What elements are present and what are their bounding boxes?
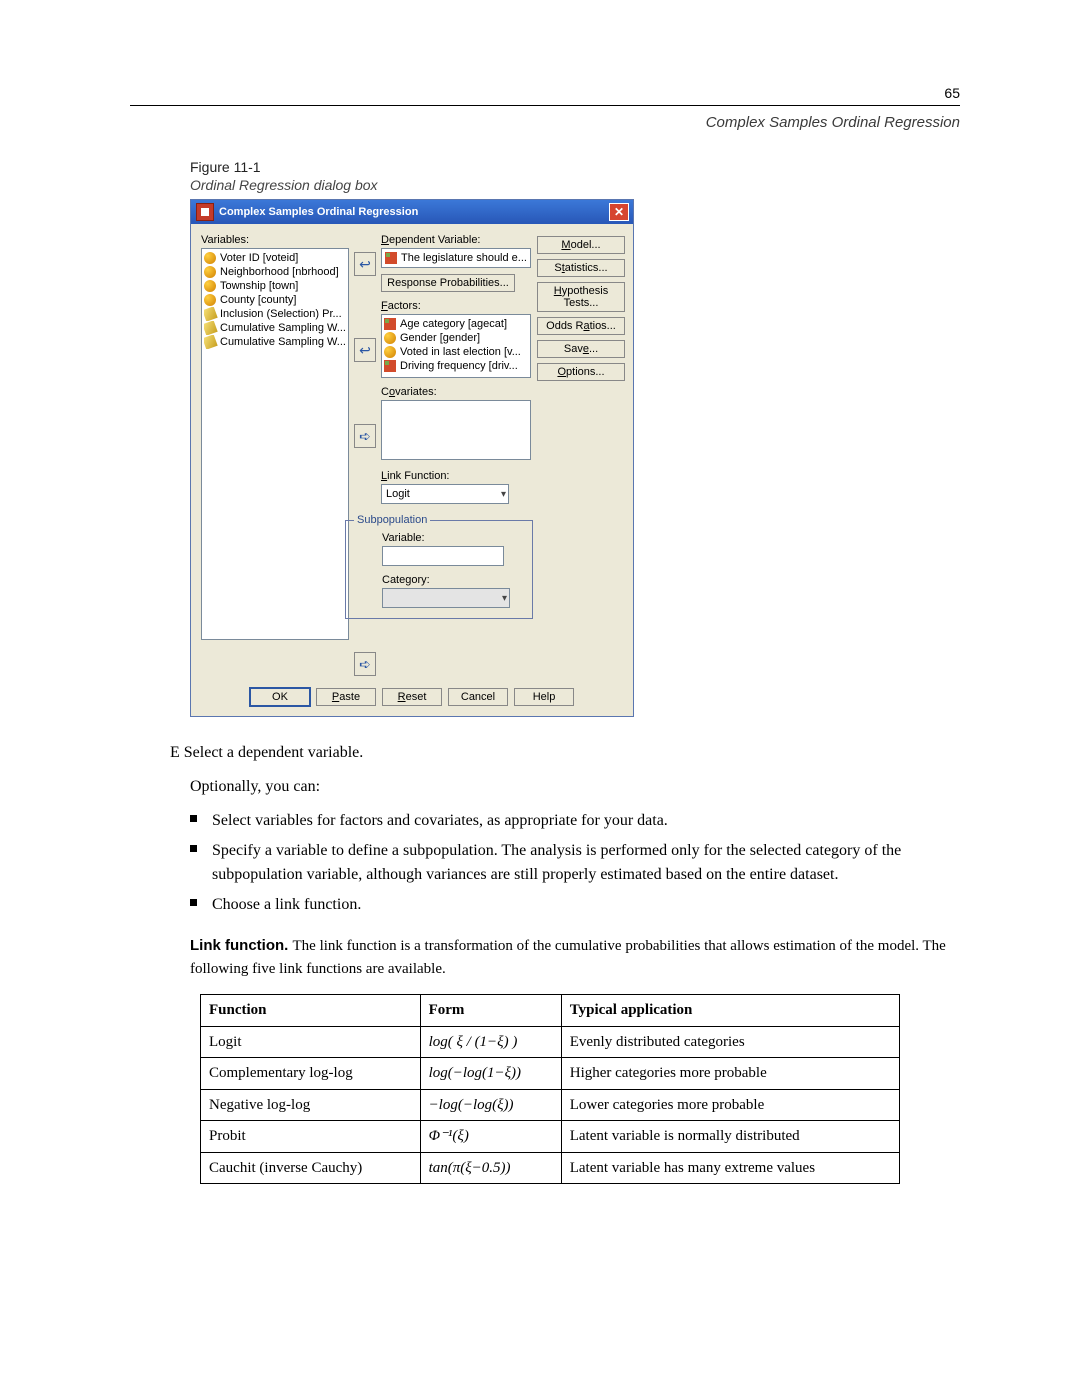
move-to-dependent-button[interactable]: ↩ [354, 252, 376, 276]
scale-icon [384, 346, 396, 358]
list-item: Voted in last election [v... [384, 345, 528, 359]
scale-icon [204, 280, 216, 292]
model-button[interactable]: Model... [537, 236, 625, 254]
chevron-down-icon: ▾ [501, 489, 506, 500]
scale-icon [204, 252, 216, 264]
subpopulation-group: Subpopulation Variable: Category: ▾ [345, 514, 533, 619]
ordinal-icon [385, 252, 397, 264]
scale-icon [204, 294, 216, 306]
table-row: Probit Φ⁻¹(ξ) Latent variable is normall… [201, 1121, 900, 1153]
help-button[interactable]: Help [514, 688, 574, 706]
save-button[interactable]: Save... [537, 340, 625, 358]
dependent-variable-field[interactable]: The legislature should e... [381, 248, 531, 268]
covariates-label: Covariates: [381, 386, 531, 398]
subpopulation-legend: Subpopulation [354, 514, 430, 526]
figure-label: Figure 11-1 [190, 159, 960, 175]
list-item: Inclusion (Selection) Pr... [204, 307, 346, 321]
table-header: Typical application [561, 995, 899, 1027]
variables-label: Variables: [201, 234, 349, 246]
step-text: E Select a dependent variable. [170, 741, 960, 765]
list-item: Cumulative Sampling W... [204, 335, 346, 349]
subpop-category-combo: ▾ [382, 588, 510, 608]
subpop-variable-label: Variable: [382, 532, 524, 544]
hypothesis-tests-button[interactable]: Hypothesis Tests... [537, 282, 625, 312]
table-row: Complementary log-log log(−log(1−ξ)) Hig… [201, 1058, 900, 1090]
reset-button[interactable]: Reset [382, 688, 442, 706]
optionally-text: Optionally, you can: [190, 775, 940, 799]
page-number: 65 [130, 85, 960, 101]
cancel-button[interactable]: Cancel [448, 688, 508, 706]
bullet-item: Specify a variable to define a subpopula… [190, 839, 960, 887]
horizontal-rule [130, 105, 960, 106]
move-to-covariates-button[interactable]: ➪ [354, 424, 376, 448]
table-header: Form [420, 995, 561, 1027]
table-row: Cauchit (inverse Cauchy) tan(π(ξ−0.5)) L… [201, 1152, 900, 1184]
list-item: County [county] [204, 293, 346, 307]
list-item: Cumulative Sampling W... [204, 321, 346, 335]
ok-button[interactable]: OK [250, 688, 310, 706]
statistics-button[interactable]: Statistics... [537, 259, 625, 277]
app-icon [196, 203, 214, 221]
list-item: Gender [gender] [384, 331, 528, 345]
close-icon[interactable]: ✕ [609, 203, 629, 221]
move-to-factors-button[interactable]: ↩ [354, 338, 376, 362]
ruler-icon [204, 307, 218, 321]
variables-listbox[interactable]: Voter ID [voteid] Neighborhood [nbrhood]… [201, 248, 349, 640]
bullet-item: Select variables for factors and covaria… [190, 809, 960, 833]
odds-ratios-button[interactable]: Odds Ratios... [537, 317, 625, 335]
figure-caption: Ordinal Regression dialog box [190, 177, 960, 193]
ordinal-icon [384, 360, 396, 372]
move-to-subpop-button[interactable]: ➪ [354, 652, 376, 676]
ruler-icon [204, 335, 218, 349]
scale-icon [204, 266, 216, 278]
response-probabilities-button[interactable]: Response Probabilities... [381, 274, 515, 292]
dialog-title: Complex Samples Ordinal Regression [219, 206, 418, 218]
bullet-item: Choose a link function. [190, 893, 960, 917]
subpop-variable-field[interactable] [382, 546, 504, 566]
dialog-titlebar: Complex Samples Ordinal Regression ✕ [191, 200, 633, 224]
link-function-combo[interactable]: Logit ▾ [381, 484, 509, 504]
section-header: Complex Samples Ordinal Regression [130, 114, 960, 131]
list-item: Voter ID [voteid] [204, 251, 346, 265]
ordinal-icon [384, 318, 396, 330]
table-row: Negative log-log −log(−log(ξ)) Lower cat… [201, 1089, 900, 1121]
options-button[interactable]: Options... [537, 363, 625, 381]
covariates-listbox[interactable] [381, 400, 531, 460]
ordinal-regression-dialog: Complex Samples Ordinal Regression ✕ Var… [190, 199, 634, 717]
list-item: Driving frequency [driv... [384, 359, 528, 373]
table-row: Logit log( ξ / (1−ξ) ) Evenly distribute… [201, 1026, 900, 1058]
ruler-icon [204, 321, 218, 335]
link-function-heading: Link function. The link function is a tr… [190, 935, 960, 980]
link-function-para: The link function is a transformation of… [190, 938, 946, 977]
factors-label: Factors: [381, 300, 531, 312]
list-item: Age category [agecat] [384, 317, 528, 331]
subpop-category-label: Category: [382, 574, 524, 586]
chevron-down-icon: ▾ [502, 593, 507, 604]
dependent-label: Dependent Variable: [381, 234, 531, 246]
link-function-table: Function Form Typical application Logit … [200, 994, 900, 1184]
table-header: Function [201, 995, 421, 1027]
list-item: Township [town] [204, 279, 346, 293]
factors-listbox[interactable]: Age category [agecat] Gender [gender] Vo… [381, 314, 531, 378]
link-function-label: Link Function: [381, 470, 531, 482]
scale-icon [384, 332, 396, 344]
paste-button[interactable]: Paste [316, 688, 376, 706]
list-item: Neighborhood [nbrhood] [204, 265, 346, 279]
